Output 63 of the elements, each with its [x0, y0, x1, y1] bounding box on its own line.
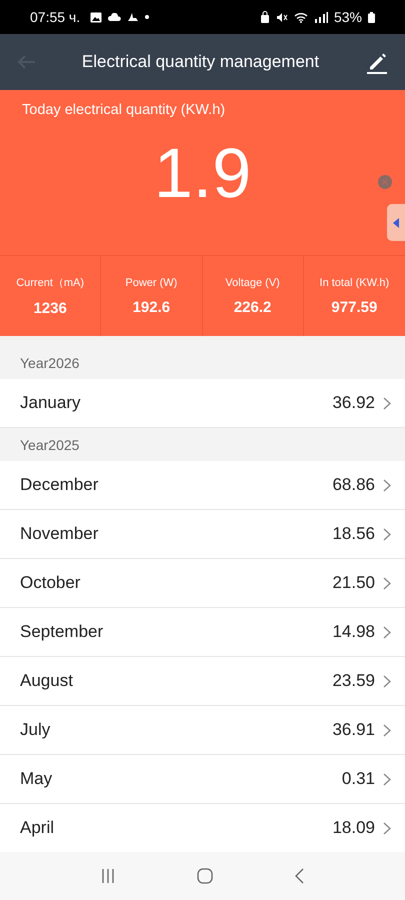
chevron-right-icon [383, 528, 391, 540]
month-row[interactable]: January 36.92 [0, 379, 405, 428]
month-row[interactable]: August 23.59 [0, 657, 405, 706]
home-icon[interactable] [197, 868, 213, 884]
left-triangle-icon [393, 218, 399, 228]
month-row[interactable]: October 21.50 [0, 559, 405, 608]
today-value: 1.9 [154, 138, 252, 208]
chevron-right-icon [383, 396, 391, 410]
today-label: Today electrical quantity (KW.h) [22, 102, 226, 118]
battery-percent: 53% [334, 9, 362, 25]
month-name: September [20, 622, 104, 642]
month-value: 14.98 [332, 622, 375, 642]
stat-label: Current（mA) [16, 276, 84, 290]
month-value: 68.86 [332, 475, 375, 495]
month-value: 21.50 [332, 573, 375, 593]
month-name: December [20, 475, 100, 495]
month-row[interactable]: April 18.09 [0, 804, 405, 852]
year-title: Year2026 [20, 354, 80, 370]
stat-label: In total (KW.h) [320, 276, 390, 288]
month-name: April [20, 818, 56, 838]
stat-label: Power (W) [125, 276, 178, 288]
stat-value: 977.59 [331, 298, 378, 316]
stat-label: Voltage (V) [225, 276, 280, 288]
month-value: 18.56 [332, 524, 375, 544]
screen-title: Electrical quantity management [80, 52, 320, 72]
wifi-icon [294, 12, 308, 22]
stat-value: 1236 [33, 300, 67, 317]
month-name: August [20, 671, 74, 691]
dot-icon [145, 15, 150, 19]
month-name: May [20, 769, 54, 789]
status-time: 07:55 ч. [30, 9, 80, 25]
month-name: October [20, 573, 82, 593]
year-title: Year2025 [20, 436, 80, 452]
chevron-right-icon [383, 822, 391, 834]
chevron-right-icon [383, 576, 391, 590]
image-icon [90, 12, 102, 22]
month-row[interactable]: September 14.98 [0, 608, 405, 657]
month-name: November [20, 524, 100, 544]
stat-value: 226.2 [234, 298, 272, 316]
month-name: July [20, 720, 52, 740]
cloud-icon [108, 13, 122, 21]
chevron-right-icon [383, 478, 391, 492]
month-value: 23.59 [332, 671, 375, 691]
chevron-right-icon [383, 724, 391, 736]
lock-icon [260, 11, 270, 23]
mute-icon [276, 12, 288, 22]
chevron-right-icon [383, 772, 391, 786]
month-row[interactable]: May 0.31 [0, 755, 405, 804]
chevron-right-icon [383, 674, 391, 688]
month-name: January [20, 393, 82, 413]
month-row[interactable]: December 68.86 [0, 461, 405, 510]
month-value: 18.09 [332, 818, 375, 838]
signal-icon [314, 12, 328, 22]
back-icon[interactable] [295, 868, 304, 884]
chevron-right-icon [383, 626, 391, 638]
month-row[interactable]: November 18.56 [0, 510, 405, 559]
recent-apps-icon[interactable] [101, 869, 115, 883]
month-row[interactable]: July 36.91 [0, 706, 405, 755]
stat-value: 192.6 [132, 298, 170, 316]
month-value: 36.92 [332, 393, 375, 413]
battery-icon [368, 12, 375, 22]
month-value: 0.31 [342, 769, 375, 789]
month-value: 36.91 [332, 720, 375, 740]
